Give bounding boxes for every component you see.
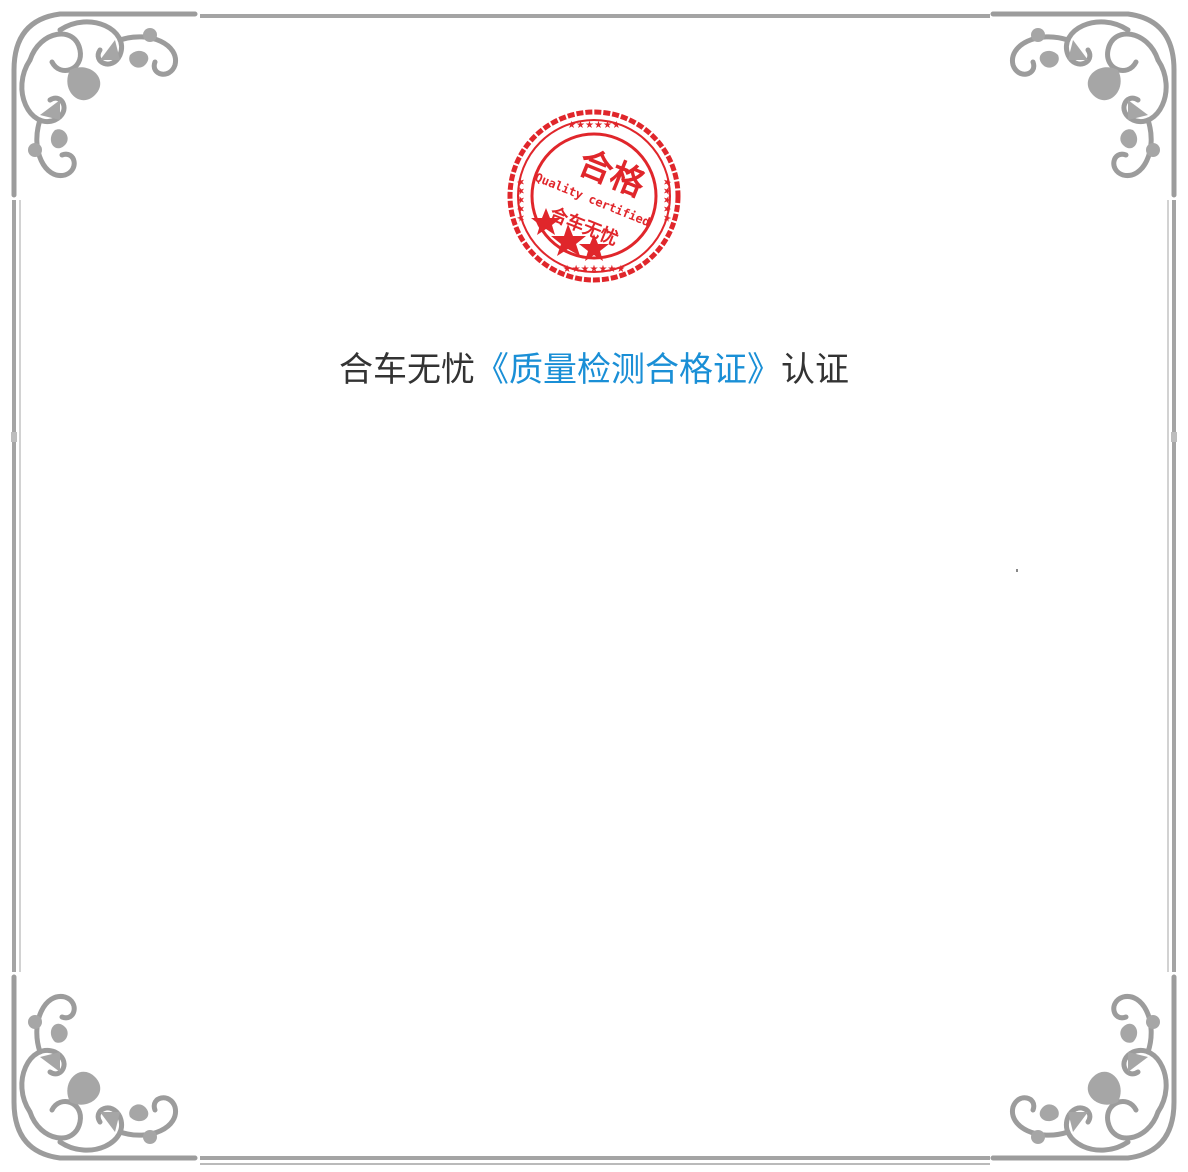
svg-text:★★★★★: ★★★★★ (516, 178, 527, 223)
svg-text:★★★★★★: ★★★★★★ (567, 120, 621, 131)
floral-corner-ornament-bottom-right (990, 974, 1177, 1161)
quality-certified-seal: ★★★★★★ ★★★★★★★ ★★★★★ ★★★★★ 合格 Quality ce… (507, 109, 681, 283)
certificate-suffix: 认证 (781, 350, 849, 390)
svg-text:★★★★★: ★★★★★ (661, 178, 672, 223)
floral-corner-ornament-bottom-left (11, 974, 198, 1161)
certificate-statement: 合车无忧《质量检测合格证》认证 (0, 344, 1188, 396)
certificate-prefix: 合车无忧 (339, 350, 475, 390)
certificate-name: 《质量检测合格证》 (475, 350, 781, 390)
svg-text:★★★★★★★: ★★★★★★★ (563, 264, 626, 275)
certificate: ★★★★★★ ★★★★★★★ ★★★★★ ★★★★★ 合格 Quality ce… (0, 0, 1188, 1172)
stray-mark (1016, 569, 1018, 572)
floral-corner-ornament-top-left (11, 11, 198, 198)
floral-corner-ornament-top-right (990, 11, 1177, 198)
